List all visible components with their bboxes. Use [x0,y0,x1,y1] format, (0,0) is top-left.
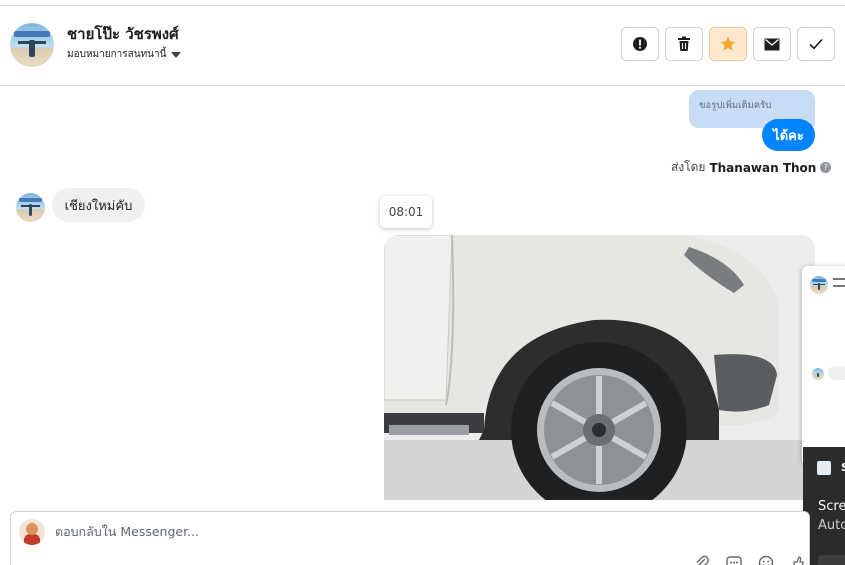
conversation-preview-panel[interactable] [802,266,845,466]
preview-avatar [810,276,828,294]
incoming-message-bubble[interactable]: เชียงใหม่คับ [52,188,145,222]
quoted-reply-text: ขอรูปเพิ่มเติมครับ [699,100,772,111]
reply-input[interactable] [55,524,555,539]
toast-line-2: Auto [818,518,845,533]
toast-line-1: Scre [818,499,845,514]
like-icon[interactable] [789,554,807,565]
incoming-message-text: เชียงใหม่คับ [64,198,133,214]
envelope-icon [764,38,780,50]
mark-unread-button[interactable] [753,27,791,61]
paperclip-icon[interactable] [693,554,711,565]
mark-done-button[interactable] [797,27,835,61]
delete-button[interactable] [665,27,703,61]
check-icon [809,38,823,50]
saved-reply-icon[interactable] [725,554,743,565]
message-thread[interactable]: ขอรูปเพิ่มเติมครับ ได้คะ ส่งโดย Thanawan… [0,87,845,510]
toast-title: S [841,461,845,474]
caret-down-icon [171,51,182,58]
sent-by-label: ส่งโดย Thanawan Thon ? [671,158,832,177]
photo-attachment[interactable] [384,235,815,500]
preview-message-chip [828,366,845,380]
assign-conversation-dropdown[interactable]: มอบหมายการสนทนานี้ [67,47,182,62]
alert-icon [633,37,647,51]
timestamp-text: 08:01 [388,205,424,219]
timestamp-tooltip: 08:01 [380,196,432,228]
outgoing-message-bubble[interactable]: ได้คะ [762,119,815,151]
messenger-inbox-window: ชายโป๊ะ วัชรพงศ์ มอบหมายการสนทนานี้ ขอรู… [0,0,845,565]
conversation-header: ชายโป๊ะ วัชรพงศ์ มอบหมายการสนทนานี้ [0,6,845,86]
page-avatar [19,519,45,545]
preview-line [833,285,845,287]
toast-button[interactable] [818,555,845,565]
composer-tools [693,554,807,565]
question-icon[interactable]: ? [820,162,832,173]
trash-icon [678,36,690,51]
message-composer [10,511,810,565]
header-actions [621,27,835,61]
preview-line [833,278,845,280]
sent-by-prefix: ส่งโดย [671,160,706,174]
emoji-icon[interactable] [757,554,775,565]
contact-avatar[interactable] [10,23,54,67]
outgoing-message-text: ได้คะ [773,128,804,144]
preview-avatar-small [812,368,824,380]
assign-label: มอบหมายการสนทนานี้ [67,49,167,60]
star-button[interactable] [709,27,747,61]
car-photo [384,235,815,500]
sender-avatar[interactable] [16,193,45,222]
app-icon [817,461,831,475]
sent-by-name: Thanawan Thon [709,160,817,175]
star-icon [720,36,736,51]
mark-spam-button[interactable] [621,27,659,61]
contact-name[interactable]: ชายโป๊ะ วัชรพงศ์ [67,22,179,46]
